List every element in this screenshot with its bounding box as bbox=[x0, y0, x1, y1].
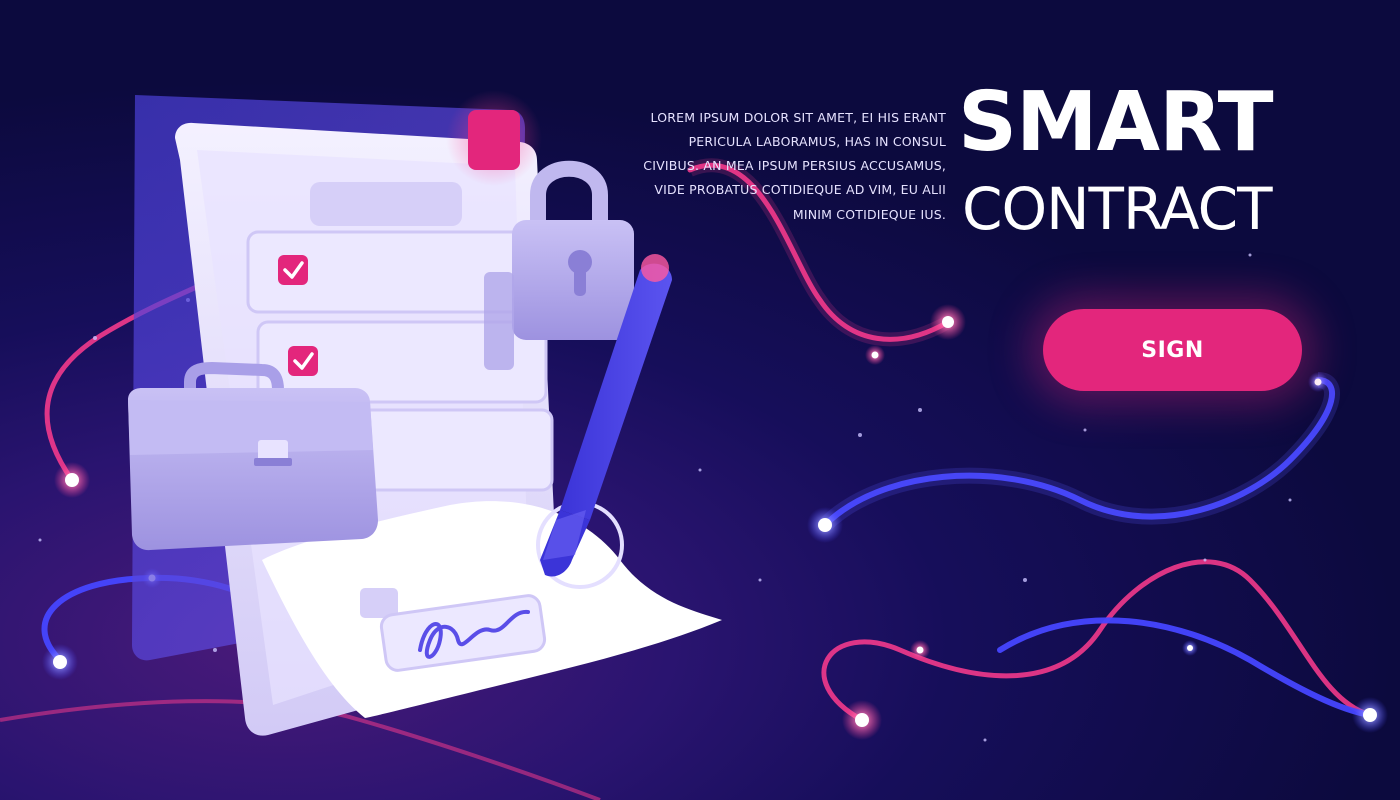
hero-banner: Lorem ipsum dolor sit amet, ei his erant… bbox=[0, 0, 1400, 800]
checkbox-icon bbox=[288, 346, 318, 376]
hero-description: Lorem ipsum dolor sit amet, ei his erant… bbox=[643, 109, 946, 222]
briefcase-icon bbox=[128, 361, 378, 551]
hero-title-primary: SMART bbox=[958, 75, 1274, 170]
checkbox-icon bbox=[278, 255, 308, 285]
hero-title-secondary: CONTRACT bbox=[962, 175, 1273, 243]
sign-button[interactable]: SIGN bbox=[1043, 309, 1302, 391]
